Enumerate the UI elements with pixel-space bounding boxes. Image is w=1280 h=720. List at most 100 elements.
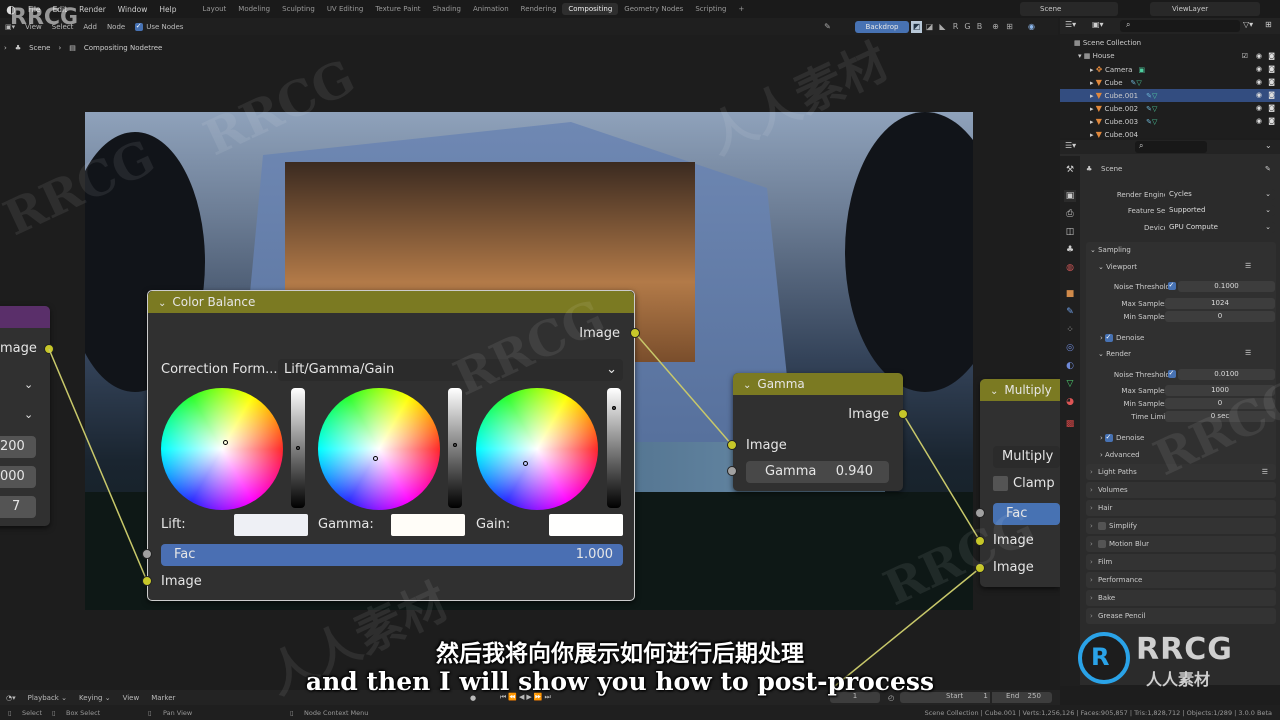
eye-icon[interactable]: ◉: [1256, 89, 1262, 102]
tab-shading[interactable]: Shading: [427, 3, 467, 15]
panel-light-paths[interactable]: Light Paths ☰: [1086, 464, 1276, 480]
lift-color-wheel[interactable]: [161, 388, 283, 510]
world-tab-icon[interactable]: ◍: [1064, 262, 1076, 274]
snap-icon[interactable]: ⊕: [990, 21, 1001, 33]
panel-simplify[interactable]: Simplify: [1086, 518, 1276, 534]
render-min-samples-field[interactable]: 0: [1165, 398, 1275, 409]
gamma-node[interactable]: ⌄ Gamma Image Image Gamma 0.940: [733, 373, 903, 491]
gain-color-wheel[interactable]: [476, 388, 598, 510]
lift-color-swatch[interactable]: [234, 514, 308, 536]
fac-slider[interactable]: Fac 1.000: [161, 544, 623, 566]
viewport-noise-threshold-checkbox[interactable]: [1168, 281, 1176, 290]
backdrop-image-icon[interactable]: ◩: [911, 21, 922, 33]
multiply-fac-socket[interactable]: [975, 508, 985, 518]
color-balance-header[interactable]: ⌄ Color Balance: [148, 291, 634, 313]
tab-compositing[interactable]: Compositing: [562, 3, 619, 15]
gamma-header[interactable]: ⌄ Gamma: [733, 373, 903, 395]
chevron-down-icon[interactable]: ⌄: [24, 408, 33, 421]
menu-view[interactable]: View: [20, 23, 47, 31]
menu-node[interactable]: Node: [102, 23, 130, 31]
use-nodes-toggle[interactable]: Use Nodes: [130, 22, 188, 31]
render-denoise-subpanel[interactable]: › Denoise: [1100, 433, 1144, 442]
camera-render-icon[interactable]: ◙: [1268, 115, 1275, 128]
partial-node-value-1[interactable]: 200: [0, 436, 36, 458]
view-layer-selector[interactable]: ViewLayer: [1150, 2, 1260, 16]
render-max-samples-field[interactable]: 1000: [1165, 385, 1275, 396]
physics-tab-icon[interactable]: ◎: [1064, 342, 1076, 354]
filter-icon[interactable]: ▽▾: [1243, 20, 1253, 29]
chevron-down-icon[interactable]: ⌄: [24, 378, 33, 391]
constraints-tab-icon[interactable]: ◐: [1064, 360, 1076, 372]
panel-volumes[interactable]: Volumes: [1086, 482, 1276, 498]
partial-node-output-socket[interactable]: [44, 344, 54, 354]
material-tab-icon[interactable]: ◕: [1064, 396, 1076, 408]
presets-list-icon[interactable]: ☰: [1245, 349, 1251, 357]
correction-formula-dropdown[interactable]: Lift/Gamma/Gain ⌄: [278, 359, 623, 381]
color-balance-fac-socket[interactable]: [142, 549, 152, 559]
tab-texture-paint[interactable]: Texture Paint: [369, 3, 426, 15]
tab-modeling[interactable]: Modeling: [232, 3, 276, 15]
panel-hair[interactable]: Hair: [1086, 500, 1276, 516]
editor-type-icon[interactable]: ▣▾: [0, 23, 20, 31]
multiply-input1-socket[interactable]: [975, 536, 985, 546]
partial-node-value-2[interactable]: 000: [0, 466, 36, 488]
multiply-header[interactable]: ⌄ Multiply: [980, 379, 1060, 401]
overlay-icon[interactable]: ◉: [1026, 21, 1037, 33]
gamma-color-swatch[interactable]: [391, 514, 465, 536]
backdrop-color-icon[interactable]: ◣: [937, 21, 948, 33]
clamp-checkbox[interactable]: [993, 476, 1008, 491]
display-mode-icon[interactable]: ☰▾: [1065, 20, 1076, 29]
render-noise-threshold-checkbox[interactable]: [1168, 369, 1176, 378]
viewport-min-samples-field[interactable]: 0: [1165, 311, 1275, 322]
scene-selector[interactable]: Scene: [1020, 2, 1118, 16]
chevron-down-icon[interactable]: ⌄: [1265, 141, 1272, 150]
gamma-input-socket[interactable]: [727, 440, 737, 450]
device-dropdown[interactable]: GPU Compute ⌄: [1165, 222, 1275, 233]
eye-icon[interactable]: ◉: [1256, 115, 1262, 128]
tool-tab-icon[interactable]: ⚒: [1064, 164, 1076, 176]
collapse-chevron-icon[interactable]: ⌄: [743, 380, 751, 391]
gamma-value-socket[interactable]: [727, 466, 737, 476]
particles-tab-icon[interactable]: ⁘: [1064, 324, 1076, 336]
tab-uv-editing[interactable]: UV Editing: [321, 3, 370, 15]
modifier-tab-icon[interactable]: ✎: [1064, 306, 1076, 318]
data-tab-icon[interactable]: ▽: [1064, 378, 1076, 390]
pin-icon[interactable]: ✎: [1265, 165, 1271, 173]
view-layer-tab-icon[interactable]: ◫: [1064, 226, 1076, 238]
blend-mode-dropdown[interactable]: Multiply: [993, 446, 1060, 468]
tab-layout[interactable]: Layout: [196, 3, 232, 15]
outliner-item[interactable]: ▸ ▼ Cube.002 ✎▽ ◉ ◙: [1060, 102, 1280, 115]
gamma-value-slider[interactable]: [448, 388, 462, 508]
outliner-item[interactable]: ▸ ✥ Camera ▣ ◉ ◙: [1060, 63, 1280, 76]
tab-sculpting[interactable]: Sculpting: [276, 3, 321, 15]
presets-list-icon[interactable]: ☰: [1245, 262, 1251, 270]
tab-animation[interactable]: Animation: [467, 3, 515, 15]
panel-motion-blur[interactable]: Motion Blur: [1086, 536, 1276, 552]
presets-list-icon[interactable]: ☰: [1262, 464, 1268, 480]
gain-value-slider[interactable]: [607, 388, 621, 508]
camera-render-icon[interactable]: ◙: [1268, 89, 1275, 102]
texture-tab-icon[interactable]: ▩: [1064, 418, 1076, 430]
menu-help[interactable]: Help: [153, 5, 182, 14]
menu-edit[interactable]: Edit: [47, 5, 74, 14]
menu-select[interactable]: Select: [47, 23, 79, 31]
backdrop-alpha-icon[interactable]: ◪: [924, 21, 935, 33]
tab-scripting[interactable]: Scripting: [689, 3, 732, 15]
panel-performance[interactable]: Performance: [1086, 572, 1276, 588]
multiply-node[interactable]: ⌄ Multiply Multiply Clamp Fac Image Image: [980, 379, 1060, 587]
camera-render-icon[interactable]: ◙: [1268, 50, 1275, 63]
editor-type-icon[interactable]: ☰▾: [1065, 141, 1076, 150]
channel-r[interactable]: R: [950, 21, 961, 33]
gamma-color-wheel[interactable]: [318, 388, 440, 510]
feature-set-dropdown[interactable]: Supported ⌄: [1165, 205, 1275, 216]
add-workspace-button[interactable]: +: [732, 3, 750, 15]
pin-icon[interactable]: ✎: [822, 21, 833, 33]
panel-bake[interactable]: Bake: [1086, 590, 1276, 606]
viewport-max-samples-field[interactable]: 1024: [1165, 298, 1275, 309]
outliner-item[interactable]: ▸ ▼ Cube ✎▽ ◉ ◙: [1060, 76, 1280, 89]
panel-film[interactable]: Film: [1086, 554, 1276, 570]
menu-file[interactable]: File: [22, 5, 47, 14]
render-subpanel-header[interactable]: ⌄ Render: [1098, 350, 1131, 358]
outliner-item[interactable]: ▸ ▼ Cube.003 ✎▽ ◉ ◙: [1060, 115, 1280, 128]
render-engine-dropdown[interactable]: Cycles ⌄: [1165, 189, 1275, 200]
